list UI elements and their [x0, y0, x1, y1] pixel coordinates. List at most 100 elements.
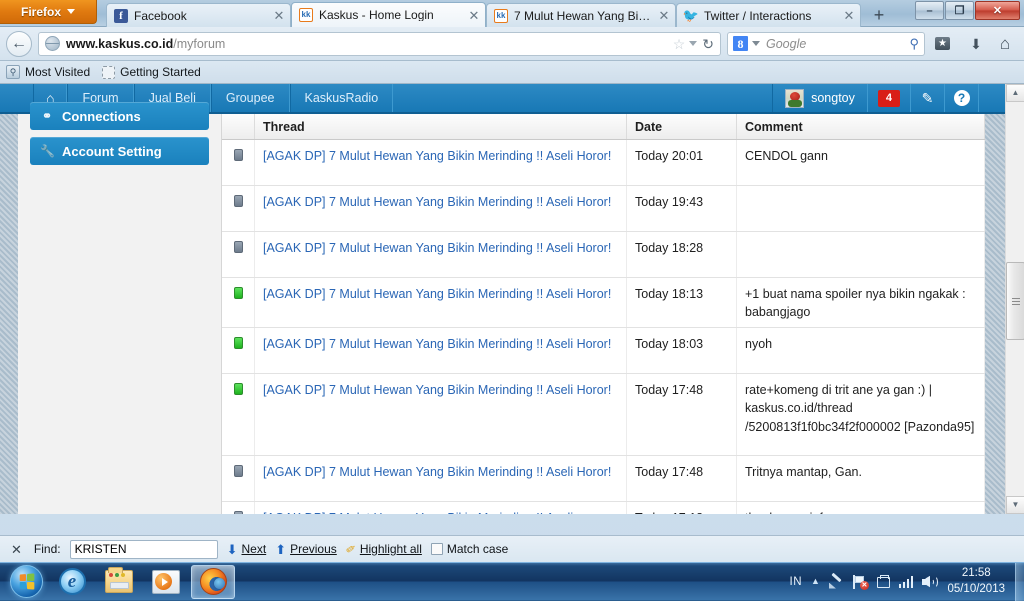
page-background-left: [0, 114, 18, 514]
scroll-down-icon[interactable]: ▼: [1006, 496, 1024, 514]
tab-facebook[interactable]: f Facebook ✕: [106, 3, 291, 27]
row-comment: rate+komeng di trit ane ya gan :) | kask…: [737, 374, 985, 456]
match-case-checkbox[interactable]: Match case: [430, 542, 508, 556]
status-icon: [233, 337, 243, 350]
sidebar-item-label: Account Setting: [62, 143, 162, 159]
table-row[interactable]: [AGAK DP] 7 Mulut Hewan Yang Bikin Merin…: [222, 278, 985, 329]
language-indicator[interactable]: IN: [790, 576, 803, 588]
show-desktop-button[interactable]: [1015, 562, 1024, 601]
status-badge: 4: [877, 89, 900, 107]
thread-link[interactable]: [AGAK DP] 7 Mulut Hewan Yang Bikin Merin…: [263, 511, 573, 514]
table-row[interactable]: [AGAK DP] 7 Mulut Hewan Yang Bikin Merin…: [222, 456, 985, 503]
chevron-down-icon[interactable]: [752, 41, 760, 46]
tab-label: Kaskus - Home Login: [319, 9, 434, 21]
tab-label: Facebook: [134, 9, 187, 22]
nav-item-groupee[interactable]: Groupee: [210, 84, 290, 112]
row-thread: [AGAK DP] 7 Mulut Hewan Yang Bikin Merin…: [255, 374, 627, 456]
table-row[interactable]: [AGAK DP] 7 Mulut Hewan Yang Bikin Merin…: [222, 232, 985, 278]
minimize-button[interactable]: –: [915, 1, 944, 20]
taskbar-item-windows-explorer[interactable]: [97, 565, 141, 599]
close-icon[interactable]: ✕: [657, 9, 671, 22]
show-hidden-icons-chevron-icon[interactable]: ▲: [811, 577, 820, 586]
tablet-pen-icon[interactable]: [829, 575, 843, 589]
window-controls: – ❐ ✕: [915, 1, 1020, 20]
bookmark-getting-started[interactable]: Getting Started: [102, 65, 201, 79]
restore-button[interactable]: ❐: [945, 1, 974, 20]
user-menu[interactable]: songtoy: [772, 84, 868, 112]
close-icon[interactable]: ✕: [467, 9, 481, 22]
scrollbar-thumb[interactable]: [1006, 262, 1024, 340]
thread-link[interactable]: [AGAK DP] 7 Mulut Hewan Yang Bikin Merin…: [263, 465, 611, 479]
taskbar-item-internet-explorer[interactable]: e: [50, 565, 94, 599]
thread-link[interactable]: [AGAK DP] 7 Mulut Hewan Yang Bikin Merin…: [263, 195, 611, 209]
thread-link[interactable]: [AGAK DP] 7 Mulut Hewan Yang Bikin Merin…: [263, 337, 611, 351]
chevron-down-icon[interactable]: [689, 41, 698, 46]
table-row[interactable]: [AGAK DP] 7 Mulut Hewan Yang Bikin Merin…: [222, 140, 985, 186]
find-previous-button[interactable]: ⬆ Previous: [275, 542, 337, 556]
sidebar-item-account-setting[interactable]: 🔧 Account Setting: [30, 137, 209, 165]
row-comment: CENDOL gann: [737, 140, 985, 185]
search-input[interactable]: Google: [766, 37, 909, 51]
clock-date: 05/10/2013: [947, 582, 1005, 595]
bookmark-most-visited[interactable]: ⚲ Most Visited: [6, 65, 90, 79]
thread-link[interactable]: [AGAK DP] 7 Mulut Hewan Yang Bikin Merin…: [263, 287, 611, 301]
network-signal-icon[interactable]: [898, 575, 914, 588]
compose-pencil-icon[interactable]: ✎: [911, 84, 945, 112]
nav-item-kaskusradio[interactable]: KaskusRadio: [289, 84, 394, 112]
help-button[interactable]: ?: [945, 84, 979, 112]
reload-icon[interactable]: ↻: [702, 37, 714, 51]
url-bar[interactable]: www.kaskus.co.id/myforum ☆ ↻: [38, 31, 721, 56]
downloads-icon[interactable]: ⬇: [963, 31, 989, 57]
scroll-up-icon[interactable]: ▲: [1006, 84, 1024, 102]
tab-twitter-interactions[interactable]: 🐦 Twitter / Interactions ✕: [676, 3, 861, 27]
close-icon[interactable]: ✕: [272, 9, 286, 22]
action-center-flag-icon[interactable]: ✕: [852, 574, 869, 590]
tab-kaskus-home-login[interactable]: kk Kaskus - Home Login ✕: [291, 2, 486, 27]
clock[interactable]: 21:58 05/10/2013: [947, 566, 1005, 597]
volume-speaker-icon[interactable]: [922, 575, 939, 589]
close-button[interactable]: ✕: [975, 1, 1020, 20]
thread-link[interactable]: [AGAK DP] 7 Mulut Hewan Yang Bikin Merin…: [263, 149, 611, 163]
find-input[interactable]: KRISTEN: [69, 539, 218, 559]
row-comment: [737, 186, 985, 231]
status-icon: [233, 195, 243, 207]
search-icon[interactable]: ⚲: [909, 37, 919, 50]
connections-icon: ⚭: [41, 109, 53, 123]
thread-link[interactable]: [AGAK DP] 7 Mulut Hewan Yang Bikin Merin…: [263, 241, 611, 255]
bookmarks-menu-icon[interactable]: ★: [928, 31, 960, 57]
tab-mulut-hewan[interactable]: kk 7 Mulut Hewan Yang Bikin... ✕: [486, 3, 676, 27]
close-icon[interactable]: ✕: [842, 9, 856, 22]
page-viewport: ⌂ Forum Jual Beli Groupee KaskusRadio so…: [0, 84, 1024, 514]
close-icon[interactable]: ✕: [8, 543, 25, 556]
new-tab-button[interactable]: +: [866, 5, 892, 26]
find-next-button[interactable]: ⬇ Next: [227, 542, 267, 556]
firefox-app-button[interactable]: Firefox: [0, 0, 97, 24]
back-button-icon[interactable]: ←: [6, 30, 32, 57]
search-bar[interactable]: 8 Google ⚲: [727, 31, 925, 56]
checkbox-icon[interactable]: [430, 543, 443, 555]
bookmarks-toolbar: ⚲ Most Visited Getting Started: [0, 61, 1024, 84]
start-button[interactable]: [2, 564, 50, 600]
table-row[interactable]: [AGAK DP] 7 Mulut Hewan Yang Bikin Merin…: [222, 328, 985, 375]
highlight-all-button[interactable]: ✏ Highlight all: [343, 540, 422, 557]
page-scrollbar[interactable]: ▲ ▼: [1005, 84, 1024, 514]
sidebar-item-connections[interactable]: ⚭ Connections: [30, 102, 209, 130]
removable-device-icon[interactable]: [876, 574, 890, 589]
taskbar-item-firefox[interactable]: [191, 564, 235, 599]
row-status: [222, 374, 255, 456]
grip-icon: [1011, 297, 1020, 305]
row-thread: [AGAK DP] 7 Mulut Hewan Yang Bikin Merin…: [255, 232, 627, 277]
windows-logo-icon: [9, 565, 43, 598]
bookmark-star-icon[interactable]: ☆: [673, 37, 686, 51]
notifications-button[interactable]: 4: [868, 84, 911, 112]
table-row[interactable]: [AGAK DP] 7 Mulut Hewan Yang Bikin Merin…: [222, 374, 985, 457]
table-row[interactable]: [AGAK DP] 7 Mulut Hewan Yang Bikin Merin…: [222, 502, 985, 514]
status-icon: [233, 465, 243, 478]
table-row[interactable]: [AGAK DP] 7 Mulut Hewan Yang Bikin Merin…: [222, 186, 985, 232]
taskbar-item-media-player[interactable]: [144, 565, 188, 599]
row-status: [222, 186, 255, 231]
username-label: songtoy: [811, 91, 855, 105]
home-icon[interactable]: ⌂: [992, 31, 1018, 57]
thread-link[interactable]: [AGAK DP] 7 Mulut Hewan Yang Bikin Merin…: [263, 383, 611, 397]
bookmark-label: Most Visited: [25, 65, 91, 79]
